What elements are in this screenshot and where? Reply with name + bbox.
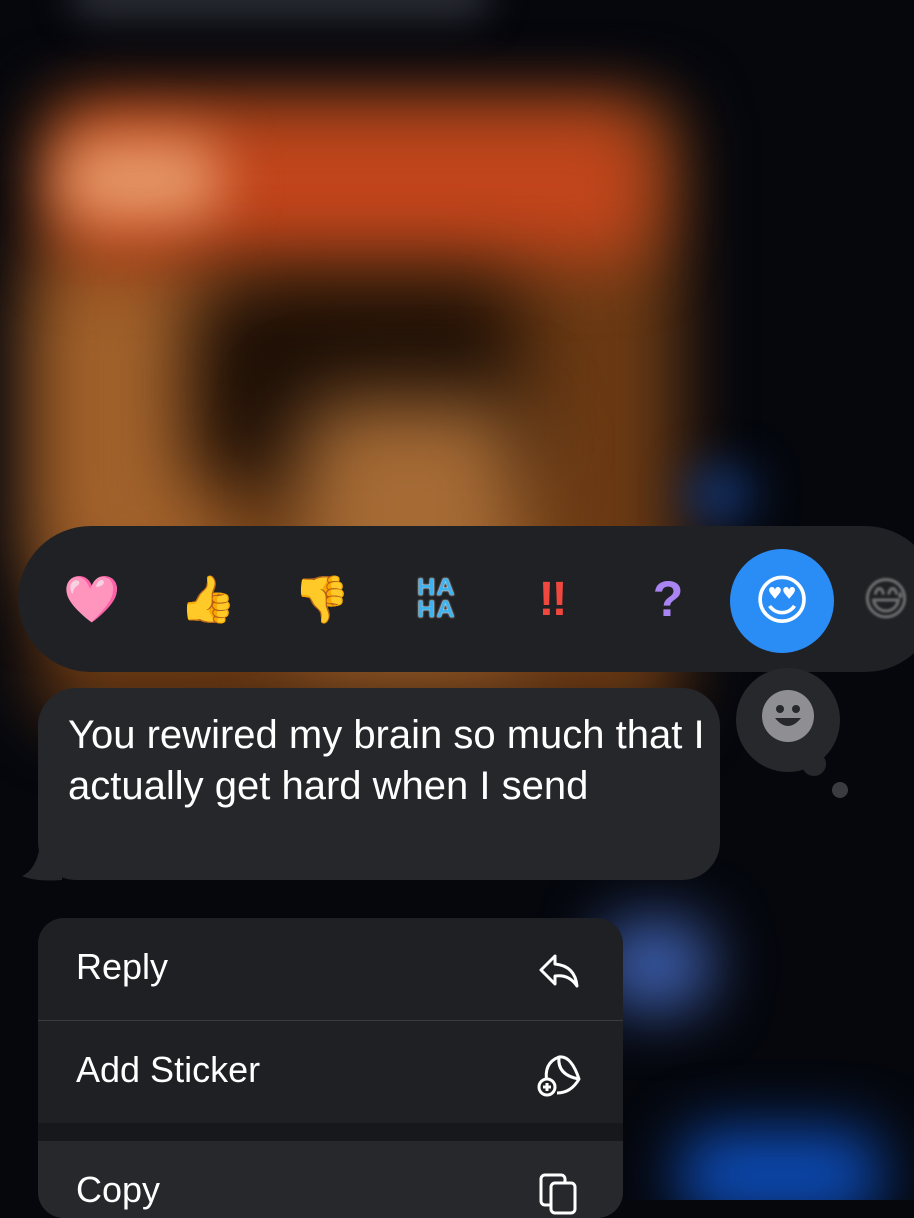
- thumbs-down-reaction[interactable]: 👎: [284, 561, 360, 637]
- heart-reaction[interactable]: 🩷: [54, 561, 130, 637]
- heart-eyes-reaction[interactable]: 😍: [730, 549, 834, 653]
- menu-item-label: Add Sticker: [76, 1049, 261, 1090]
- message-text: You rewired my brain so much that I actu…: [68, 713, 705, 808]
- tapback-reaction-bar: 🩷 👍 👎 HA HA ‼ ? 😍 😅: [18, 526, 914, 672]
- more-reactions-partial[interactable]: 😅: [848, 561, 914, 637]
- message-bubble[interactable]: You rewired my brain so much that I actu…: [38, 688, 720, 880]
- heart-icon: 🩷: [63, 573, 121, 625]
- thumbs-down-icon: 👎: [293, 573, 351, 625]
- haha-reaction[interactable]: HA HA: [398, 561, 474, 637]
- reply-icon: [539, 954, 579, 988]
- sticker-button-dot: [832, 782, 848, 798]
- menu-item-copy[interactable]: Copy: [38, 1141, 623, 1218]
- sticker-button-tail: [802, 752, 826, 776]
- haha-icon: HA HA: [416, 574, 456, 623]
- exclamation-reaction[interactable]: ‼: [512, 561, 588, 637]
- heart-eyes-icon: 😍: [753, 571, 811, 631]
- thumbs-up-icon: 👍: [179, 573, 237, 625]
- blurred-blue-element: [690, 470, 750, 520]
- menu-item-reply[interactable]: Reply: [38, 918, 623, 1020]
- smiley-icon: [762, 690, 814, 742]
- menu-item-add-sticker[interactable]: Add Sticker: [38, 1021, 623, 1123]
- message-context-menu: Reply Add Sticker Copy: [38, 918, 623, 1218]
- emoji-sticker-button[interactable]: [736, 668, 840, 772]
- question-reaction[interactable]: ?: [630, 561, 706, 637]
- menu-item-label: Reply: [76, 946, 169, 987]
- question-mark-icon: ?: [652, 571, 684, 627]
- add-sticker-icon: [537, 1055, 581, 1097]
- copy-icon: [539, 1173, 577, 1215]
- double-exclamation-icon: ‼: [538, 572, 568, 626]
- emoji-partial-icon: 😅: [862, 573, 910, 625]
- blurred-blue-element: [680, 1130, 880, 1200]
- thumbs-up-reaction[interactable]: 👍: [170, 561, 246, 637]
- menu-group-gap: [38, 1123, 623, 1141]
- menu-item-label: Copy: [76, 1169, 161, 1210]
- blurred-photo-region: [60, 140, 220, 220]
- blurred-top-element: [70, 0, 490, 20]
